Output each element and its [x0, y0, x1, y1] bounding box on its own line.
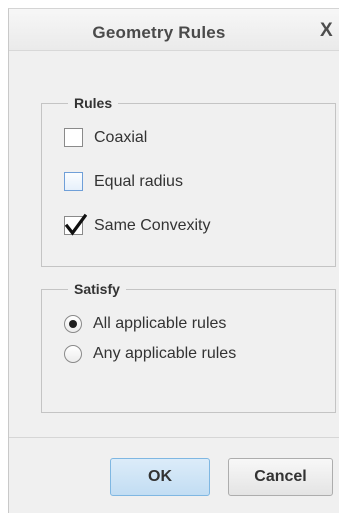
title-bar[interactable]: Geometry Rules X [9, 9, 339, 51]
coaxial-label: Coaxial [94, 128, 148, 146]
cancel-button[interactable]: Cancel [228, 458, 333, 496]
all-applicable-rules-option[interactable]: All applicable rules [64, 315, 226, 333]
any-applicable-rules-radio[interactable] [64, 345, 82, 363]
geometry-rules-dialog: Geometry Rules X Rules Coaxial Equal rad… [8, 8, 339, 513]
satisfy-legend: Satisfy [74, 281, 120, 297]
all-applicable-rules-label: All applicable rules [93, 315, 227, 332]
any-applicable-rules-option[interactable]: Any applicable rules [64, 345, 236, 363]
same-convexity-checkbox[interactable] [64, 213, 87, 236]
all-applicable-rules-radio[interactable] [64, 315, 82, 333]
same-convexity-option[interactable]: Same Convexity [64, 213, 211, 236]
equal-radius-checkbox[interactable] [64, 172, 83, 191]
coaxial-checkbox[interactable] [64, 128, 83, 147]
radio-dot-icon [69, 320, 77, 328]
dialog-title: Geometry Rules [92, 23, 226, 42]
rules-legend: Rules [74, 95, 113, 111]
equal-radius-label: Equal radius [94, 172, 183, 190]
equal-radius-option[interactable]: Equal radius [64, 172, 183, 191]
any-applicable-rules-label: Any applicable rules [93, 345, 237, 362]
close-icon[interactable]: X [320, 21, 333, 41]
ok-button[interactable]: OK [110, 458, 210, 496]
button-bar-divider [9, 437, 339, 438]
coaxial-option[interactable]: Coaxial [64, 128, 147, 147]
checkmark-icon [65, 213, 87, 236]
same-convexity-label: Same Convexity [94, 216, 211, 234]
